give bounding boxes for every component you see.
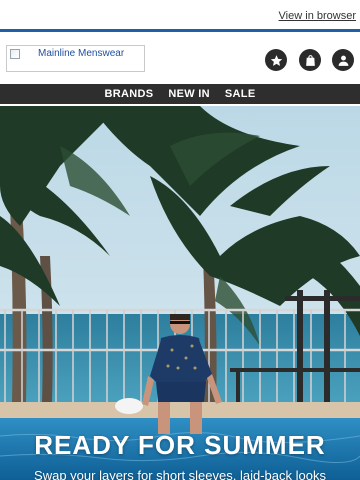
bag-button[interactable] — [299, 49, 321, 71]
hero-subtitle: Swap your layers for short sleeves, laid… — [34, 468, 326, 480]
bag-icon — [305, 54, 315, 66]
view-in-browser-link[interactable]: View in browser — [279, 10, 356, 22]
nav-new-in[interactable]: NEW IN — [168, 88, 210, 100]
brand-logo[interactable]: Mainline Menswear — [6, 45, 145, 72]
nav-brands[interactable]: BRANDS — [105, 88, 154, 100]
logo-alt-text: Mainline Menswear — [38, 48, 125, 59]
top-bar: View in browser — [0, 0, 360, 32]
wishlist-button[interactable] — [265, 49, 287, 71]
star-icon — [270, 54, 282, 66]
header: Mainline Menswear — [0, 32, 360, 84]
hero-banner[interactable]: READY FOR SUMMER Swap your layers for sh… — [0, 106, 360, 480]
hero-image — [0, 106, 360, 480]
broken-image-icon — [10, 49, 20, 59]
user-icon — [338, 55, 348, 66]
hero-title: READY FOR SUMMER — [34, 430, 326, 460]
account-button[interactable] — [332, 49, 354, 71]
nav-sale[interactable]: SALE — [225, 88, 256, 100]
main-nav: BRANDS NEW IN SALE — [0, 84, 360, 104]
